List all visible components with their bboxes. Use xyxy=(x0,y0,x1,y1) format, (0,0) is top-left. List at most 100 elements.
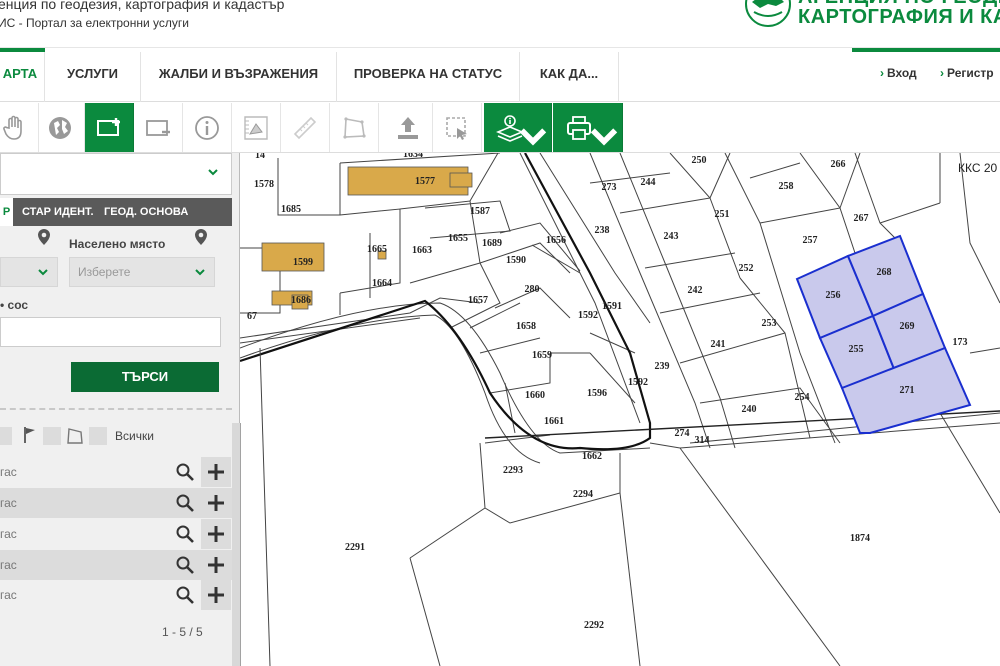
parcel-label-243: 243 xyxy=(664,231,679,242)
parcel-label-1685: 1685 xyxy=(281,204,301,215)
result-row[interactable]: гас xyxy=(0,488,232,518)
nav-item-services[interactable]: УСЛУГИ xyxy=(45,52,141,102)
flag-icon[interactable] xyxy=(23,426,37,444)
parcel-label-254: 254 xyxy=(795,392,810,403)
print-button[interactable] xyxy=(553,103,623,152)
filter-parcels-checkbox[interactable] xyxy=(0,427,12,445)
layers-info-button[interactable] xyxy=(484,103,552,152)
select-rect-tool-button[interactable] xyxy=(433,103,482,152)
zoom-to-icon[interactable] xyxy=(175,493,195,513)
parcel-label-253: 253 xyxy=(762,318,777,329)
chevron-right-icon: › xyxy=(880,66,884,80)
pagination-info: 1 - 5 / 5 xyxy=(162,625,203,639)
zoom-to-icon[interactable] xyxy=(175,462,195,482)
parcel-label-250: 250 xyxy=(692,155,707,166)
parcel-label-1660: 1660 xyxy=(525,390,545,401)
select-remove-tool-button[interactable] xyxy=(134,103,183,152)
highlighted-parcels xyxy=(795,234,972,434)
parcel-label-314: 314 xyxy=(695,435,710,446)
cadastral-map[interactable]: 1578 1634 1577 1587 1685 1655 1689 1656 … xyxy=(240,153,1000,666)
add-to-list-button[interactable] xyxy=(201,550,231,580)
filter-buildings-checkbox[interactable] xyxy=(43,427,61,445)
upload-icon xyxy=(398,116,418,139)
zoom-to-icon[interactable] xyxy=(175,585,195,605)
add-to-list-button[interactable] xyxy=(201,488,231,518)
register-link[interactable]: › Регистр xyxy=(940,66,994,80)
polygon-tool-button[interactable] xyxy=(330,103,379,152)
parcel-label-257: 257 xyxy=(803,235,818,246)
filter-all-checkbox[interactable] xyxy=(89,427,107,445)
divider xyxy=(0,408,232,410)
ruler-tool-button[interactable] xyxy=(281,103,330,152)
parcel-label-1663: 1663 xyxy=(412,245,432,256)
plus-icon xyxy=(208,495,224,511)
print-icon xyxy=(566,115,591,140)
search-button[interactable]: ТЪРСИ xyxy=(71,362,219,392)
parcel-label-1664: 1664 xyxy=(372,278,392,289)
select-remove-icon xyxy=(146,119,170,136)
globe-tool-button[interactable] xyxy=(36,103,85,152)
tab-identifier[interactable]: Р xyxy=(0,198,13,226)
parcel-label-1587: 1587 xyxy=(470,206,490,217)
nav-item-complaints[interactable]: ЖАЛБИ И ВЪЗРАЖЕНИЯ xyxy=(141,52,337,102)
parcel-label-271: 271 xyxy=(900,385,915,396)
select-add-tool-button[interactable] xyxy=(85,103,134,152)
search-sidebar: Р СТАР ИДЕНТ. ГЕОД. ОСНОВА Населено мяст… xyxy=(0,153,240,666)
nav-item-how-to[interactable]: КАК ДА... xyxy=(520,52,619,102)
polygon-filter-icon[interactable] xyxy=(66,427,84,445)
result-row[interactable]: гас xyxy=(0,580,232,610)
parcel-label-241: 241 xyxy=(711,339,726,350)
parcel-label-242: 242 xyxy=(688,285,703,296)
login-link[interactable]: › Вход xyxy=(880,66,917,80)
parcel-label-256: 256 xyxy=(826,290,841,301)
nav-item-status-check[interactable]: ПРОВЕРКА НА СТАТУС xyxy=(337,52,520,102)
result-row[interactable]: гас xyxy=(0,457,232,487)
parcel-label-267: 267 xyxy=(854,213,869,224)
info-icon xyxy=(195,115,219,140)
parcel-label-273: 273 xyxy=(602,182,617,193)
parcel-label-67: 67 xyxy=(247,311,257,322)
ruler-icon xyxy=(293,116,317,139)
parcel-label-1661: 1661 xyxy=(544,416,564,427)
parcel-label-2294: 2294 xyxy=(573,489,593,500)
parcel-label-14: 14 xyxy=(255,153,265,161)
upload-tool-button[interactable] xyxy=(384,103,433,152)
location-pin-icon xyxy=(38,229,50,245)
chevron-down-icon xyxy=(590,128,618,146)
globe-icon xyxy=(49,116,71,139)
settlement-label: Населено място xyxy=(69,237,166,251)
municipality-select[interactable] xyxy=(0,257,58,287)
pan-tool-button[interactable] xyxy=(0,103,39,152)
measure-area-icon xyxy=(244,115,268,140)
tab-geodetic-base[interactable]: ГЕОД. ОСНОВА xyxy=(104,198,188,226)
logo-text-line2: КАРТОГРАФИЯ И КАД xyxy=(798,6,1000,28)
chevron-right-icon: › xyxy=(940,66,944,80)
parcel-label-252: 252 xyxy=(739,263,754,274)
map-toolbar xyxy=(0,103,1000,153)
measure-area-tool-button[interactable] xyxy=(232,103,281,152)
add-to-list-button[interactable] xyxy=(201,519,231,549)
parcel-label-240: 240 xyxy=(742,404,757,415)
info-tool-button[interactable] xyxy=(183,103,232,152)
zoom-to-icon[interactable] xyxy=(175,524,195,544)
plus-icon xyxy=(208,526,224,542)
add-to-list-button[interactable] xyxy=(201,580,231,610)
tab-old-identifier[interactable]: СТАР ИДЕНТ. xyxy=(22,198,94,226)
settlement-select[interactable]: Изберете xyxy=(69,257,215,287)
agency-logo[interactable]: АГЕНЦИЯ ПО ГЕОДЕЗ КАРТОГРАФИЯ И КАД xyxy=(738,0,1000,36)
add-to-list-button[interactable] xyxy=(201,457,231,487)
sidebar-scrollbar[interactable] xyxy=(232,423,240,666)
map-canvas[interactable]: 1578 1634 1577 1587 1685 1655 1689 1656 … xyxy=(240,153,1000,666)
chevron-down-icon xyxy=(208,169,218,176)
result-row[interactable]: гас xyxy=(0,550,232,580)
zoom-to-icon[interactable] xyxy=(175,555,195,575)
parcel-label-1665: 1665 xyxy=(367,244,387,255)
chevron-down-icon xyxy=(38,269,48,276)
nav-item-map[interactable]: АРТА xyxy=(0,52,45,102)
identifier-input[interactable] xyxy=(0,317,221,347)
search-type-select[interactable] xyxy=(0,153,232,195)
parcel-label-238: 238 xyxy=(595,225,610,236)
parcel-label-1655: 1655 xyxy=(448,233,468,244)
result-row[interactable]: гас xyxy=(0,519,232,549)
identifier-field-label: • сос xyxy=(0,298,29,312)
